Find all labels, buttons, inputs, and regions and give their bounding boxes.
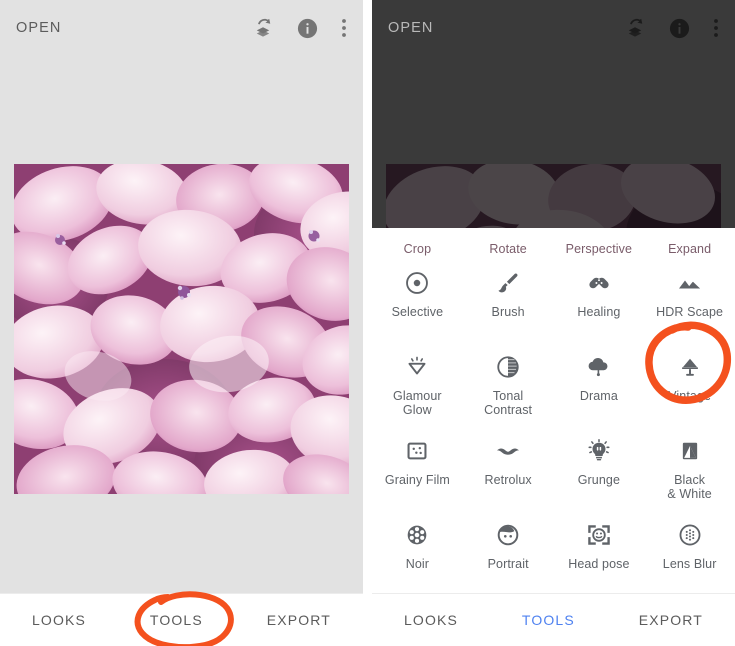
healing-icon (586, 268, 612, 298)
tool-portrait[interactable]: Portrait (463, 508, 554, 592)
tools-row-clipped: Crop Rotate Perspective Expand (372, 228, 735, 256)
right-app-bar: OPEN (372, 0, 735, 56)
nav-tools-right[interactable]: TOOLS (510, 606, 587, 634)
tool-vintage[interactable]: Vintage (644, 340, 735, 424)
tool-label: Head pose (568, 557, 630, 571)
undo-stack-icon[interactable] (624, 17, 646, 39)
nav-export-right[interactable]: EXPORT (627, 606, 715, 634)
edited-photo-preview[interactable] (14, 164, 349, 494)
grunge-icon (586, 436, 612, 466)
tool-label: Noir (405, 557, 430, 571)
tool-tonal-contrast[interactable]: Tonal Contrast (463, 340, 554, 424)
grainy-film-icon (404, 436, 430, 466)
tool-rotate[interactable]: Rotate (463, 242, 554, 256)
noir-icon (404, 520, 430, 550)
left-screen: OPEN LOOKS TOOLS EXPORT (0, 0, 363, 646)
tool-perspective[interactable]: Perspective (554, 242, 645, 256)
lens-blur-icon (677, 520, 703, 550)
tool-drama[interactable]: Drama (554, 340, 645, 424)
tool-label: Drama (579, 389, 618, 403)
tool-label: Portrait (487, 557, 529, 571)
tools-row-2: Glamour Glow Tonal Contrast Drama Vintag… (372, 340, 735, 424)
tool-label: Retrolux (484, 473, 532, 487)
open-button-left[interactable]: OPEN (16, 20, 62, 36)
tools-sheet: Crop Rotate Perspective Expand Selective… (372, 228, 735, 593)
tool-label: Grainy Film (384, 473, 450, 487)
left-app-bar: OPEN (0, 0, 363, 56)
hydrangea-photo-art (14, 164, 349, 494)
tool-brush[interactable]: Brush (463, 256, 554, 340)
tool-selective[interactable]: Selective (372, 256, 463, 340)
nav-tools-left[interactable]: TOOLS (138, 606, 215, 634)
overflow-menu-icon[interactable] (713, 17, 719, 39)
info-icon[interactable] (668, 17, 691, 40)
open-button-right[interactable]: OPEN (388, 20, 434, 36)
left-app-bar-actions (252, 17, 347, 40)
left-bottom-nav: LOOKS TOOLS EXPORT (0, 591, 363, 646)
overflow-menu-icon[interactable] (341, 17, 347, 39)
tool-label: Black & White (667, 473, 712, 501)
tool-grainy-film[interactable]: Grainy Film (372, 424, 463, 508)
right-photo-stage: Crop Rotate Perspective Expand Selective… (372, 56, 735, 593)
tool-label: Glamour Glow (393, 389, 442, 417)
tool-noir[interactable]: Noir (372, 508, 463, 592)
hdr-scape-icon (676, 268, 704, 298)
nav-looks-right[interactable]: LOOKS (392, 606, 470, 634)
tool-crop[interactable]: Crop (372, 242, 463, 256)
panel-divider (363, 0, 372, 646)
vintage-icon (677, 352, 703, 382)
tool-healing[interactable]: Healing (554, 256, 645, 340)
tool-head-pose[interactable]: Head pose (554, 508, 645, 592)
tool-label: Tonal Contrast (484, 389, 533, 417)
retrolux-icon (493, 436, 523, 466)
brush-icon (495, 268, 521, 298)
right-screen: OPEN Crop Rotate Perspective Expand Sele… (372, 0, 735, 646)
portrait-icon (495, 520, 521, 550)
head-pose-icon (585, 520, 613, 550)
tools-row-1: Selective Brush Healing HDR Scape (372, 256, 735, 340)
tool-label: Healing (577, 305, 621, 319)
tool-label: Brush (491, 305, 525, 319)
undo-stack-icon[interactable] (252, 17, 274, 39)
right-bottom-nav: LOOKS TOOLS EXPORT (372, 593, 735, 646)
tools-row-4: Noir Portrait Head pose Lens Blur (372, 508, 735, 592)
tool-black-and-white[interactable]: Black & White (644, 424, 735, 508)
dual-screenshot-stage: OPEN LOOKS TOOLS EXPORT OPEN Crop Rotate… (0, 0, 735, 646)
tool-label: Vintage (668, 389, 712, 403)
info-icon[interactable] (296, 17, 319, 40)
tool-label: Lens Blur (662, 557, 717, 571)
tool-hdr-scape[interactable]: HDR Scape (644, 256, 735, 340)
tool-glamour-glow[interactable]: Glamour Glow (372, 340, 463, 424)
tool-expand[interactable]: Expand (644, 242, 735, 256)
tools-grid: Crop Rotate Perspective Expand Selective… (372, 228, 735, 593)
black-and-white-icon (677, 436, 703, 466)
tool-retrolux[interactable]: Retrolux (463, 424, 554, 508)
selective-icon (404, 268, 430, 298)
tool-lens-blur[interactable]: Lens Blur (644, 508, 735, 592)
tools-row-3: Grainy Film Retrolux Grunge Black & Whit… (372, 424, 735, 508)
tool-grunge[interactable]: Grunge (554, 424, 645, 508)
tool-label: Selective (391, 305, 444, 319)
right-app-bar-actions (624, 17, 719, 40)
tonal-contrast-icon (495, 352, 521, 382)
tool-label: HDR Scape (656, 305, 724, 319)
glamour-glow-icon (404, 352, 430, 382)
nav-looks-left[interactable]: LOOKS (20, 606, 98, 634)
drama-icon (585, 352, 613, 382)
tool-label: Grunge (577, 473, 621, 487)
nav-export-left[interactable]: EXPORT (255, 606, 343, 634)
left-photo-stage (0, 56, 363, 593)
